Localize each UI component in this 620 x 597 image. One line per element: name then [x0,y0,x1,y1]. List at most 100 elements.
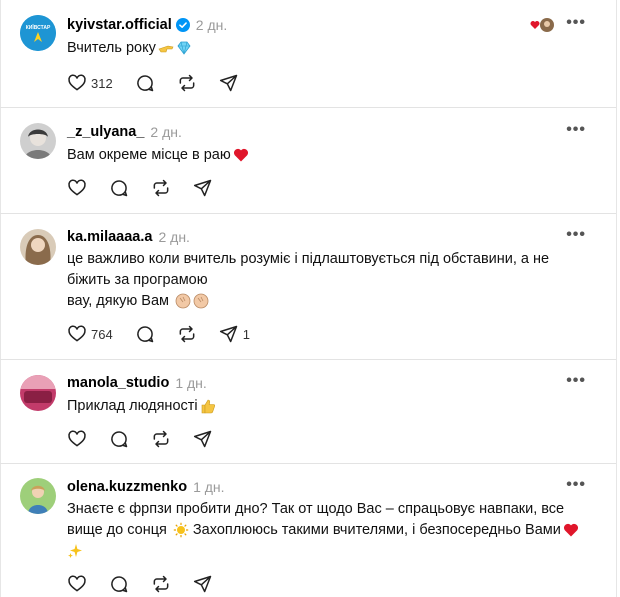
repost-icon [153,430,169,448]
post-text-content: Вам окреме місце в раю [67,147,231,163]
repost-button[interactable] [151,429,171,449]
avatar[interactable]: КИЇВСТАР [20,15,56,51]
comment-icon [136,75,153,92]
heart-icon [68,74,86,91]
post-divider [0,107,616,108]
more-options-button[interactable]: ••• [566,121,586,139]
repost-button[interactable] [151,574,171,594]
repost-button[interactable] [177,324,197,344]
avatar[interactable] [20,478,56,514]
share-button[interactable] [193,574,213,594]
red-heart-emoji-icon [233,149,248,162]
post-header: ka.milaaaa.a 2 дн. [67,227,190,247]
like-button[interactable]: 764 [67,324,113,344]
post-text-line: вище до сонця Захоплююсь такими вчителям… [67,520,587,541]
verified-badge-icon [175,18,190,32]
post-text-content: вище до сонця [67,522,167,538]
more-options-button[interactable]: ••• [566,226,586,244]
share-count: 1 [242,326,250,342]
svg-text:КИЇВСТАР: КИЇВСТАР [26,24,51,31]
post-text-line: це важливо коли вчитель розуміє і підлаш… [67,251,550,267]
clapping-hands-emoji-icon [193,293,209,309]
post-time[interactable]: 2 дн. [196,17,227,33]
repost-button[interactable] [177,73,197,93]
like-button[interactable] [67,178,87,198]
post-time[interactable]: 2 дн. [150,124,181,140]
repost-icon [179,74,195,92]
username[interactable]: kyivstar.official [67,17,172,33]
sparkles-emoji-icon [68,544,82,559]
post-text: Вчитель року [67,38,587,59]
post-divider [0,359,616,360]
more-options-button[interactable]: ••• [566,372,586,390]
frame-right-border [616,0,617,597]
post-header: olena.kuzzmenko 1 дн. [67,477,225,497]
comment-icon [111,180,128,197]
like-button[interactable]: 312 [67,73,113,93]
heart-icon [68,179,86,196]
comment-button[interactable] [135,73,155,93]
comment-button[interactable] [109,178,129,198]
post-actions: 764 1 [67,323,272,345]
post-text-line: біжить за програмою [67,272,208,288]
post-time[interactable]: 1 дн. [193,479,224,495]
post-header: manola_studio 1 дн. [67,373,207,393]
comment-icon [111,431,128,448]
more-options-button[interactable]: ••• [566,476,586,494]
post-divider [0,213,616,214]
post-text-content: Вчитель року [67,40,156,56]
post-actions: 312 [67,72,261,94]
reactor-avatars[interactable] [530,18,554,32]
post-text: Вам окреме місце в раю [67,145,587,166]
comment-button[interactable] [109,429,129,449]
post-text-line: Знаєте є фрпзи пробити дно? Так от щодо … [67,501,565,517]
post-header: kyivstar.official 2 дн. [67,15,227,35]
post-time[interactable]: 2 дн. [158,229,189,245]
share-button[interactable]: 1 [219,324,250,344]
repost-button[interactable] [151,178,171,198]
post-text-content: Захоплююсь такими вчителями, і безпосере… [192,522,561,538]
sun-emoji-icon [173,522,189,538]
comment-button[interactable] [109,574,129,594]
post-text-line: вау, дякую Вам [67,291,587,312]
heart-icon [68,325,86,342]
post-text-content: вау, дякую Вам [67,293,169,309]
share-icon [219,74,237,92]
post-text: Приклад людяності [67,396,587,417]
frame-left-border [0,0,1,597]
repost-icon [179,325,195,343]
post-text-content: Приклад людяності [67,398,198,414]
share-icon [193,575,212,593]
username[interactable]: _z_ulyana_ [67,124,144,140]
post-header: _z_ulyana_ 2 дн. [67,122,182,142]
username[interactable]: manola_studio [67,375,169,391]
post-text-line [67,541,587,562]
avatar[interactable] [20,123,56,159]
username[interactable]: ka.milaaaa.a [67,229,152,245]
share-icon [193,430,212,448]
share-icon [193,179,212,197]
avatar[interactable] [20,375,56,411]
red-heart-emoji-icon [563,524,578,537]
like-button[interactable] [67,574,87,594]
post-divider [0,463,616,464]
share-button[interactable] [193,429,213,449]
like-button[interactable] [67,429,87,449]
share-icon [219,325,237,343]
username[interactable]: olena.kuzzmenko [67,479,187,495]
more-options-button[interactable]: ••• [566,14,586,32]
post-actions [67,177,235,199]
share-button[interactable] [219,73,239,93]
comment-button[interactable] [135,324,155,344]
post-actions [67,573,235,595]
pointing-hand-emoji-icon [158,45,174,53]
avatar[interactable] [20,229,56,265]
post-text: це важливо коли вчитель розуміє і підлаш… [67,249,587,312]
share-button[interactable] [193,178,213,198]
heart-icon [68,430,86,447]
repost-icon [153,179,169,197]
post-time[interactable]: 1 дн. [175,375,206,391]
heart-icon [530,21,540,29]
post-text: Знаєте є фрпзи пробити дно? Так от щодо … [67,499,587,562]
comment-icon [111,576,128,593]
